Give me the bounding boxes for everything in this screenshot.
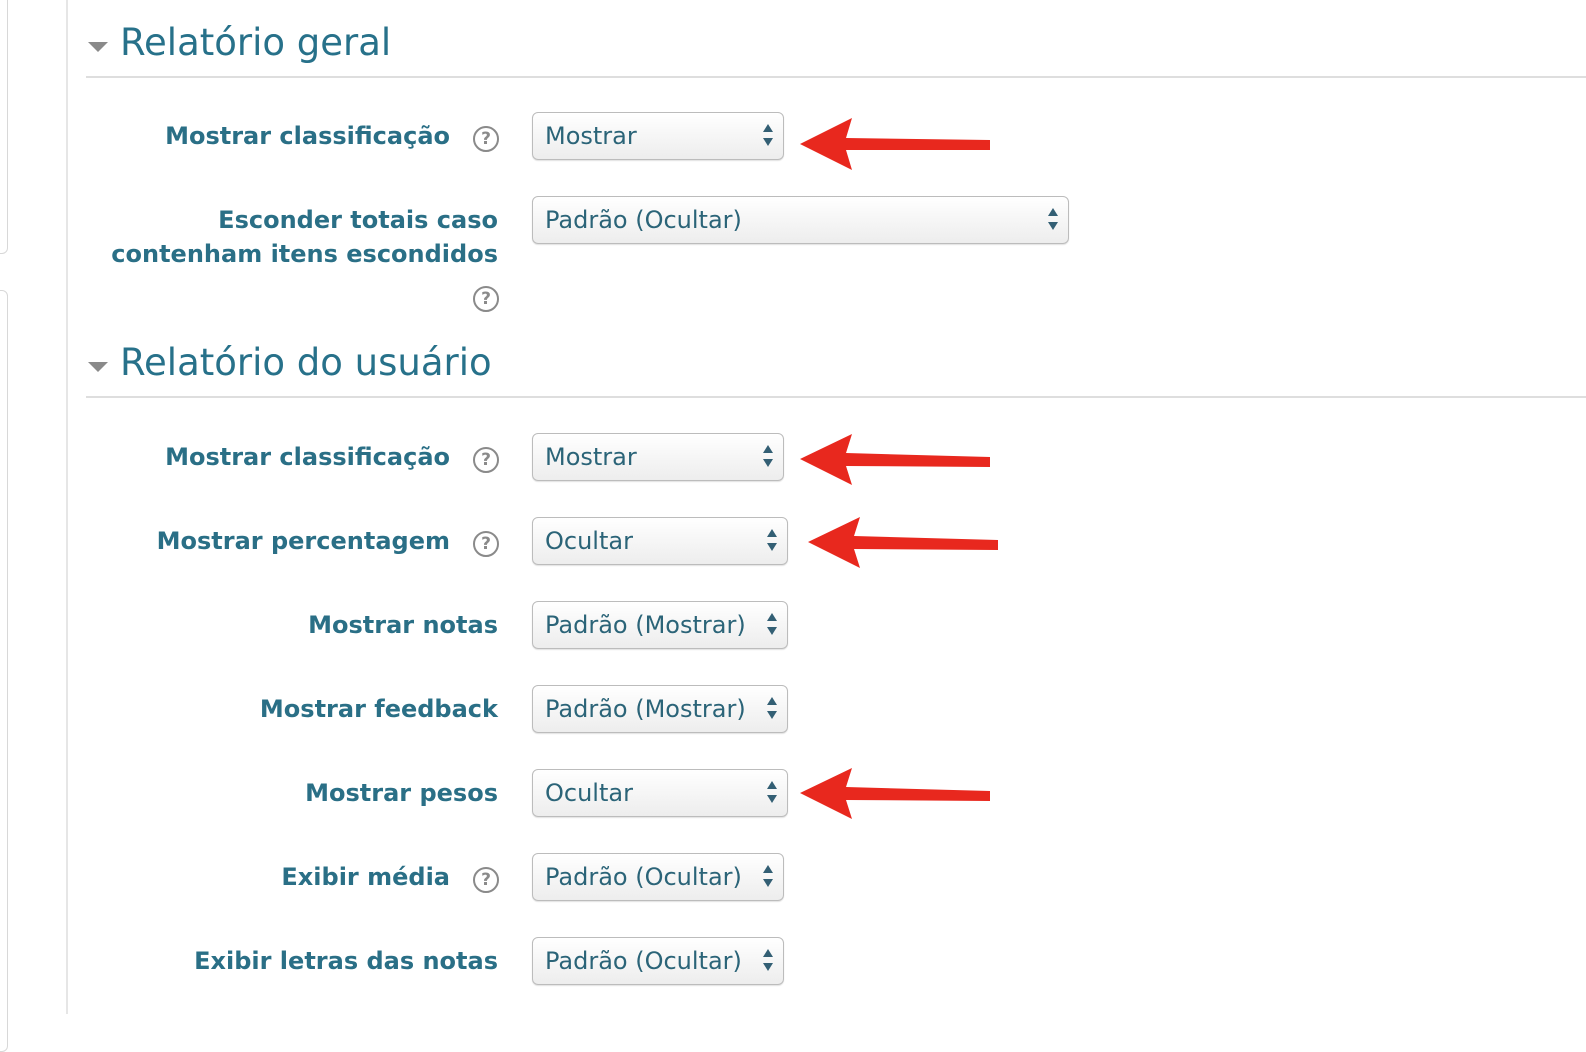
- red-arrow-icon: [800, 434, 990, 485]
- up-down-arrows-icon: [767, 697, 777, 721]
- select-value: Mostrar: [545, 443, 637, 471]
- up-down-arrows-icon: [767, 529, 777, 553]
- select-value: Ocultar: [545, 779, 633, 807]
- red-arrow-icon: [800, 118, 990, 170]
- select-mostrar-classificacao-geral[interactable]: Mostrar: [532, 112, 784, 160]
- up-down-arrows-icon: [763, 949, 773, 973]
- select-value: Padrão (Mostrar): [545, 611, 746, 639]
- help-icon[interactable]: ?: [473, 126, 499, 152]
- select-value: Padrão (Ocultar): [545, 947, 742, 975]
- red-arrow-icon: [808, 517, 998, 568]
- select-exibir-media[interactable]: Padrão (Ocultar): [532, 853, 784, 901]
- up-down-arrows-icon: [763, 865, 773, 889]
- label-mostrar-feedback: Mostrar feedback: [259, 695, 498, 723]
- section-title: Relatório geral: [120, 21, 392, 64]
- select-mostrar-feedback[interactable]: Padrão (Mostrar): [532, 685, 788, 733]
- help-icon[interactable]: ?: [473, 867, 499, 893]
- help-icon[interactable]: ?: [473, 531, 499, 557]
- label-mostrar-classificacao-usuario: Mostrar classificação: [165, 443, 450, 471]
- help-icon[interactable]: ?: [473, 447, 499, 473]
- collapse-triangle-icon[interactable]: [88, 42, 108, 52]
- collapse-triangle-icon[interactable]: [88, 362, 108, 372]
- select-exibir-letras-das-notas[interactable]: Padrão (Ocultar): [532, 937, 784, 985]
- label-mostrar-percentagem: Mostrar percentagem: [156, 527, 450, 555]
- up-down-arrows-icon: [763, 445, 773, 469]
- up-down-arrows-icon: [1048, 208, 1058, 232]
- help-icon[interactable]: ?: [473, 286, 499, 312]
- select-esconder-totais[interactable]: Padrão (Ocultar): [532, 196, 1069, 244]
- select-mostrar-notas[interactable]: Padrão (Mostrar): [532, 601, 788, 649]
- section-title: Relatório do usuário: [120, 341, 492, 384]
- content-divider: [66, 0, 68, 1014]
- select-mostrar-percentagem[interactable]: Ocultar: [532, 517, 788, 565]
- label-mostrar-classificacao-geral: Mostrar classificação: [165, 122, 450, 150]
- up-down-arrows-icon: [763, 124, 773, 148]
- left-panel-frame: [0, 0, 10, 1052]
- label-mostrar-notas: Mostrar notas: [308, 611, 498, 639]
- select-value: Ocultar: [545, 527, 633, 555]
- left-panel-box-bottom: [0, 290, 8, 1052]
- select-value: Padrão (Ocultar): [545, 206, 742, 234]
- label-esconder-totais-line2: contenham itens escondidos: [111, 240, 498, 268]
- label-esconder-totais-line1: Esconder totais caso: [218, 206, 498, 234]
- label-mostrar-pesos: Mostrar pesos: [305, 779, 498, 807]
- left-panel-box-top: [0, 0, 8, 254]
- label-exibir-letras-das-notas: Exibir letras das notas: [194, 947, 498, 975]
- section-divider: [86, 76, 1586, 78]
- red-arrow-icon: [800, 768, 990, 819]
- select-mostrar-classificacao-usuario[interactable]: Mostrar: [532, 433, 784, 481]
- up-down-arrows-icon: [767, 781, 777, 805]
- select-value: Mostrar: [545, 122, 637, 150]
- up-down-arrows-icon: [767, 613, 777, 637]
- select-value: Padrão (Mostrar): [545, 695, 746, 723]
- label-exibir-media: Exibir média: [281, 863, 450, 891]
- select-value: Padrão (Ocultar): [545, 863, 742, 891]
- section-divider: [86, 396, 1586, 398]
- select-mostrar-pesos[interactable]: Ocultar: [532, 769, 788, 817]
